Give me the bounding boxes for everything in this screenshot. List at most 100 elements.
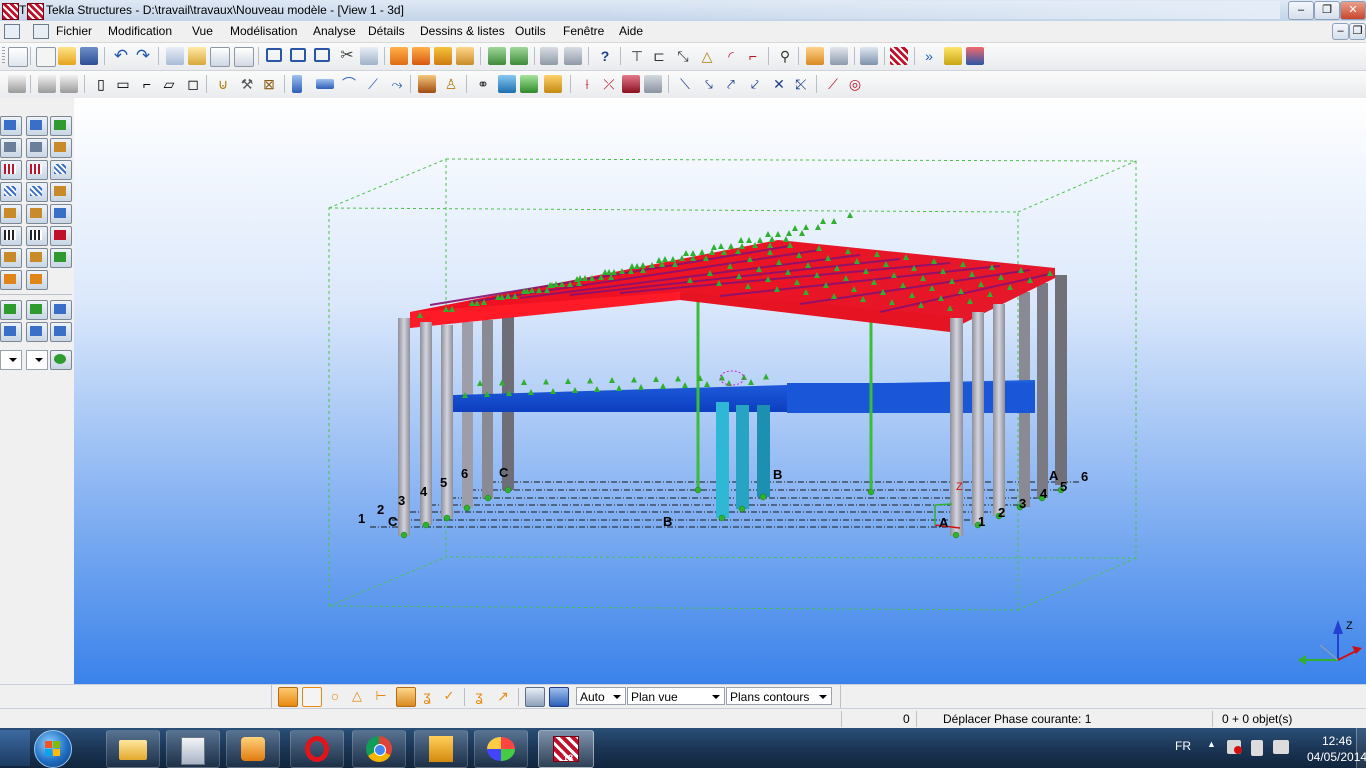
beam-profile-icon[interactable] [8, 75, 26, 93]
select-grid-lines-icon[interactable] [26, 160, 48, 180]
bolt-icon[interactable]: ⊍ [214, 75, 232, 93]
select-cast-unit-icon[interactable] [0, 270, 22, 290]
view-window-icon[interactable] [266, 48, 282, 62]
point-intersection-icon[interactable]: ✕ [770, 75, 788, 93]
dimension-horizontal-icon[interactable]: ⊏ [650, 47, 668, 65]
measure-icon[interactable] [564, 47, 582, 65]
snap-dropdown[interactable] [26, 350, 48, 370]
snap-intersection-icon[interactable] [396, 687, 416, 707]
menu-dessins-listes[interactable]: Dessins & listes [420, 24, 505, 38]
menu-vue[interactable]: Vue [192, 24, 213, 38]
orthogonal-beam-icon[interactable]: ⤳ [388, 75, 406, 93]
snap-intersections-icon[interactable] [50, 322, 72, 342]
scissors-icon[interactable]: ✂ [338, 47, 356, 65]
construction-line-icon[interactable]: ⟍ [676, 75, 694, 93]
create-plate-icon[interactable]: ◻ [184, 75, 202, 93]
select-pour-icon[interactable] [50, 226, 72, 246]
toolbar-grip[interactable] [2, 47, 5, 65]
select-objects-icon[interactable] [26, 138, 48, 158]
snap-any-icon[interactable]: ʓ [470, 687, 488, 705]
select-bolts-icon[interactable] [50, 182, 72, 202]
cast-unit-icon[interactable] [456, 47, 474, 65]
arc-dimension-icon[interactable]: ◜ [722, 47, 740, 65]
opera-task[interactable] [290, 730, 344, 768]
select-filter-icon[interactable] [488, 47, 506, 65]
clash-check-icon[interactable] [498, 75, 516, 93]
chrome-task[interactable] [352, 730, 406, 768]
dimension-free-icon[interactable]: ⤡ [674, 47, 692, 65]
load-icon[interactable] [520, 75, 538, 93]
open-drawing-icon[interactable] [188, 47, 206, 65]
macro-icon[interactable]: » [920, 47, 938, 65]
drag-drop-icon[interactable] [549, 687, 569, 707]
tray-expand-icon[interactable]: ▲ [1207, 739, 1216, 749]
start-button[interactable] [34, 730, 72, 768]
select-parts-icon[interactable] [26, 116, 48, 136]
document-icon[interactable] [4, 24, 20, 39]
copy-special-icon[interactable] [166, 47, 184, 65]
select-reference-objects-icon[interactable] [26, 226, 48, 246]
select-cuts-icon[interactable] [26, 182, 48, 202]
explorer-task[interactable] [106, 730, 160, 768]
battery-icon[interactable] [1251, 740, 1263, 756]
cut-polygon-icon[interactable]: ⤫ [600, 75, 618, 93]
steel-beam-icon[interactable] [316, 79, 334, 89]
menu-fichier[interactable]: Fichier [56, 24, 92, 38]
snap-reference-points-icon[interactable] [278, 687, 298, 707]
object-browser-icon[interactable] [544, 75, 562, 93]
new-model-icon[interactable] [36, 47, 56, 67]
calculator-task[interactable] [166, 730, 220, 768]
view-list-icon[interactable] [290, 48, 306, 62]
twin-profile-icon[interactable]: ⟋ [364, 75, 382, 93]
snap-settings-icon[interactable] [50, 350, 72, 370]
child-minimize-button[interactable]: – [1332, 23, 1349, 40]
clock-time[interactable]: 12:46 [1322, 734, 1352, 748]
create-beam-icon[interactable]: ▭ [114, 75, 132, 93]
undo-icon[interactable]: ↶ [112, 47, 130, 65]
select-loads-icon[interactable] [50, 116, 72, 136]
inquire-icon[interactable] [540, 47, 558, 65]
language-indicator[interactable]: FR [1175, 739, 1191, 753]
numbering-icon[interactable] [830, 47, 848, 65]
menu-analyse[interactable]: Analyse [313, 24, 356, 38]
concrete-icon[interactable] [418, 75, 436, 93]
select-all-icon[interactable] [0, 116, 22, 136]
snap-perpendicular-icon[interactable]: ⊢ [372, 687, 390, 705]
select-components-icon[interactable] [0, 138, 22, 158]
help-icon[interactable]: ? [596, 47, 614, 65]
select-views-icon[interactable] [50, 204, 72, 224]
paint-task[interactable] [474, 730, 528, 768]
script-icon[interactable] [944, 47, 962, 65]
create-column-icon[interactable]: ▯ [92, 75, 110, 93]
pin-icon[interactable]: ⚲ [776, 47, 794, 65]
snap-extension-icon[interactable]: ʓ [418, 687, 436, 705]
menu-aide[interactable]: Aide [619, 24, 643, 38]
phase-manager-icon[interactable] [860, 47, 878, 65]
tekla-window-icon[interactable] [27, 3, 44, 20]
point-on-line-icon[interactable]: ⤤ [722, 75, 740, 93]
dimension-icon[interactable]: ⊤ [628, 47, 646, 65]
new-document-icon[interactable] [8, 47, 28, 67]
snap-center-icon[interactable]: ○ [326, 687, 344, 705]
copy-icon[interactable] [806, 47, 824, 65]
point-parallel-icon[interactable]: ⤦ [746, 75, 764, 93]
edit-shape-icon[interactable]: ♙ [442, 75, 460, 93]
menu-details[interactable]: Détails [368, 24, 405, 38]
selection-dropdown[interactable] [0, 350, 22, 370]
snap-ref-lines-icon[interactable] [0, 300, 22, 320]
snap-midpoint-icon[interactable]: △ [348, 687, 366, 705]
system-menu-icon[interactable] [33, 24, 49, 39]
component-catalog-icon[interactable] [412, 47, 430, 65]
extension-icon[interactable] [966, 47, 984, 65]
snap-geometry-points-icon[interactable] [302, 687, 322, 707]
binoculars-icon[interactable]: ⚭ [474, 75, 492, 93]
select-reinforcement-icon[interactable] [0, 204, 22, 224]
snap-nearest-icon[interactable] [50, 300, 72, 320]
snap-midpoints-icon[interactable] [26, 322, 48, 342]
model-viewport-3d[interactable]: Z 1 2 3 4 5 6 C C B B A A 1 2 3 4 5 6 Z [74, 98, 1366, 684]
network-icon[interactable] [1273, 740, 1289, 754]
tekla-online-icon[interactable] [890, 47, 908, 65]
view-fit-icon[interactable] [314, 48, 330, 62]
clip-plane-icon[interactable] [360, 47, 378, 65]
select-grid-icon[interactable] [0, 160, 22, 180]
